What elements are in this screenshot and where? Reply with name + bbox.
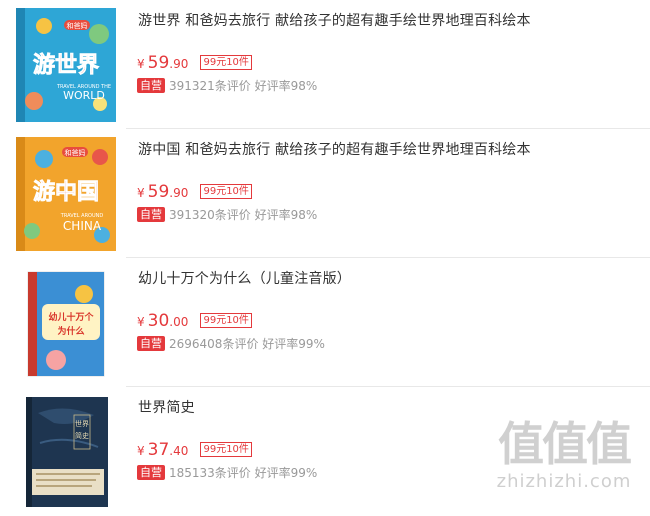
price-integer: 59: [147, 182, 170, 202]
review-count[interactable]: 185133条评价: [169, 466, 251, 480]
product-price: ¥59.90 99元10件: [137, 182, 252, 202]
svg-text:游世界: 游世界: [33, 52, 99, 78]
product-meta: 自营 185133条评价 好评率99%: [137, 464, 317, 481]
promo-tag[interactable]: 99元10件: [200, 184, 252, 199]
positive-rate: 好评率98%: [254, 208, 318, 222]
self-operated-badge: 自营: [137, 207, 165, 222]
promo-tag[interactable]: 99元10件: [200, 442, 252, 457]
product-title-link[interactable]: 幼儿十万个为什么（儿童注音版）: [138, 268, 638, 288]
price-integer: 59: [147, 53, 170, 73]
svg-text:WORLD: WORLD: [63, 89, 105, 102]
price-decimal: .40: [169, 444, 189, 458]
product-price: ¥30.00 99元10件: [137, 311, 252, 331]
product-title-link[interactable]: 游中国 和爸妈去旅行 献给孩子的超有趣手绘世界地理百科绘本: [138, 139, 638, 159]
svg-text:为什么: 为什么: [57, 325, 84, 337]
product-title-link[interactable]: 游世界 和爸妈去旅行 献给孩子的超有趣手绘世界地理百科绘本: [138, 10, 638, 30]
product-price: ¥59.90 99元10件: [137, 53, 252, 73]
promo-tag[interactable]: 99元10件: [200, 313, 252, 328]
product-item[interactable]: 和爸妈 游世界 TRAVEL AROUND THE WORLD 游世界 和爸妈去…: [0, 0, 650, 129]
product-item[interactable]: 世界 简史 世界简史 ¥37.40 99元10件 自营 185133条评价 好评率…: [0, 387, 650, 516]
price-decimal: .90: [169, 186, 189, 200]
svg-text:幼儿十万个: 幼儿十万个: [48, 311, 94, 323]
product-item[interactable]: 和爸妈 游中国 TRAVEL AROUND CHINA 游中国 和爸妈去旅行 献…: [0, 129, 650, 258]
svg-text:和爸妈: 和爸妈: [65, 148, 86, 157]
product-meta: 自营 391321条评价 好评率98%: [137, 77, 317, 94]
price-integer: 30: [147, 311, 170, 331]
review-count[interactable]: 391320条评价: [169, 208, 251, 222]
price-decimal: .90: [169, 57, 189, 71]
product-item[interactable]: 幼儿十万个 为什么 幼儿十万个为什么（儿童注音版） ¥30.00 99元10件 …: [0, 258, 650, 387]
review-count[interactable]: 391321条评价: [169, 79, 251, 93]
positive-rate: 好评率99%: [254, 466, 318, 480]
review-count[interactable]: 2696408条评价: [169, 337, 258, 351]
self-operated-badge: 自营: [137, 465, 165, 480]
book-cover-image[interactable]: 世界 简史: [4, 393, 128, 511]
product-price: ¥37.40 99元10件: [137, 440, 252, 460]
svg-text:游中国: 游中国: [33, 179, 99, 205]
currency-symbol: ¥: [137, 186, 145, 200]
svg-text:和爸妈: 和爸妈: [67, 21, 88, 30]
book-cover-image[interactable]: 和爸妈 游世界 TRAVEL AROUND THE WORLD: [4, 6, 128, 124]
currency-symbol: ¥: [137, 57, 145, 71]
positive-rate: 好评率98%: [254, 79, 318, 93]
svg-text:简史: 简史: [75, 431, 89, 440]
book-cover-image[interactable]: 和爸妈 游中国 TRAVEL AROUND CHINA: [4, 135, 128, 253]
product-meta: 自营 2696408条评价 好评率99%: [137, 335, 325, 352]
self-operated-badge: 自营: [137, 336, 165, 351]
svg-text:世界: 世界: [75, 419, 89, 428]
self-operated-badge: 自营: [137, 78, 165, 93]
currency-symbol: ¥: [137, 444, 145, 458]
product-title-link[interactable]: 世界简史: [138, 397, 638, 417]
price-decimal: .00: [169, 315, 189, 329]
price-integer: 37: [147, 440, 170, 460]
svg-text:CHINA: CHINA: [63, 219, 102, 233]
book-cover-image[interactable]: 幼儿十万个 为什么: [4, 264, 128, 382]
currency-symbol: ¥: [137, 315, 145, 329]
product-meta: 自营 391320条评价 好评率98%: [137, 206, 317, 223]
positive-rate: 好评率99%: [262, 337, 325, 351]
promo-tag[interactable]: 99元10件: [200, 55, 252, 70]
